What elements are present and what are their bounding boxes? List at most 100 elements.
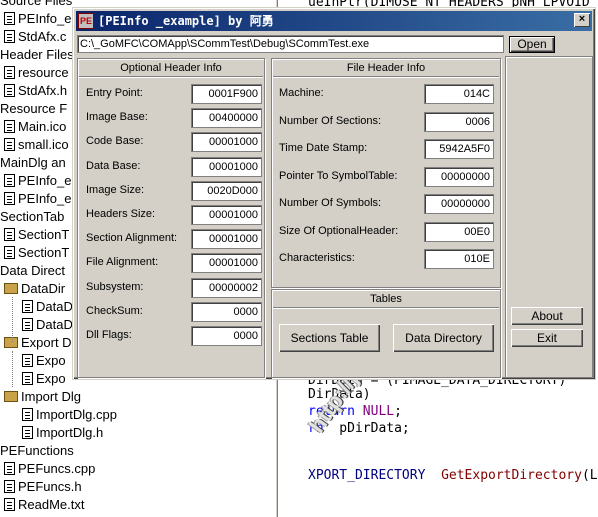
tree-item-label: Header Files — [0, 47, 74, 62]
tree-file[interactable]: PEInfo_e — [4, 189, 72, 208]
file-header-field-value[interactable]: 014C — [424, 84, 494, 104]
file-icon — [22, 354, 33, 367]
tree-group[interactable]: Header Files — [0, 45, 74, 64]
optional-field-value[interactable]: 00001000 — [191, 205, 262, 225]
folder-icon — [4, 283, 18, 294]
optional-field-value[interactable]: 00001000 — [191, 253, 262, 274]
tree-group[interactable]: MainDlg an — [0, 153, 66, 172]
tree-folder[interactable]: Import Dlg — [4, 387, 81, 406]
tree-file[interactable]: PEFuncs.h — [4, 477, 82, 496]
tree-item-label: Source Files — [0, 0, 73, 8]
optional-field-value[interactable]: 0000 — [191, 301, 262, 322]
tree-file[interactable]: ImportDlg.cpp — [22, 405, 117, 424]
about-button[interactable]: About — [511, 307, 583, 325]
app-icon: PE — [78, 13, 94, 29]
tree-group[interactable]: Data Direct — [0, 261, 65, 280]
optional-field-label: Section Alignment: — [86, 232, 178, 245]
optional-field-label: Image Base: — [86, 111, 148, 124]
title-bar[interactable]: PE [PEInfo _example] by 阿勇 × — [76, 11, 592, 31]
tree-group[interactable]: PEFunctions — [0, 441, 74, 460]
file-icon — [4, 84, 15, 97]
open-button[interactable]: Open — [509, 36, 555, 53]
file-header-field-value[interactable]: 00E0 — [424, 221, 494, 242]
tree-item-label: PEInfo_e — [18, 173, 72, 188]
tree-item-label: ImportDlg.cpp — [36, 407, 117, 422]
code-line: DirData) — [308, 387, 371, 402]
tree-file[interactable]: SectionT — [4, 225, 69, 244]
tree-file[interactable]: DataD — [22, 297, 73, 316]
data-directory-button[interactable]: Data Directory — [393, 324, 494, 352]
file-path-input[interactable]: C:\_GoMFC\COMApp\SCommTest\Debug\SCommTe… — [77, 35, 504, 53]
file-header-field-value[interactable]: 00000000 — [424, 166, 494, 187]
sections-table-button[interactable]: Sections Table — [279, 324, 380, 352]
tree-file[interactable]: PEFuncs.cpp — [4, 459, 95, 478]
optional-field-label: File Alignment: — [86, 256, 159, 269]
file-header-field-label: Pointer To SymbolTable: — [279, 169, 398, 182]
tree-file[interactable]: small.ico — [4, 135, 69, 154]
file-header-group: File Header Info Machine: 014C Number Of S… — [271, 58, 501, 288]
tree-item-label: small.ico — [18, 137, 69, 152]
tables-title: Tables — [273, 291, 499, 308]
tree-file[interactable]: PEInfo_e — [4, 171, 72, 190]
tree-file[interactable]: ImportDlg.h — [22, 423, 103, 442]
file-icon — [4, 30, 15, 43]
tree-file[interactable]: SectionT — [4, 243, 69, 262]
tree-item-label: MainDlg an — [0, 155, 66, 170]
tree-file[interactable]: ReadMe.txt — [4, 495, 84, 514]
tree-folder[interactable]: DataDir — [4, 279, 65, 298]
file-icon — [22, 426, 33, 439]
optional-field-label: Code Base: — [86, 135, 144, 148]
file-header-field-value[interactable]: 5942A5F0 — [424, 139, 494, 159]
tree-file[interactable]: Main.ico — [4, 117, 66, 136]
tree-file[interactable]: PEInfo_e — [4, 9, 72, 28]
file-icon — [4, 138, 15, 151]
optional-field-value[interactable]: 0001F900 — [191, 84, 262, 104]
file-header-field-label: Time Date Stamp: — [279, 142, 368, 154]
optional-field-value[interactable]: 00001000 — [191, 229, 262, 250]
tree-item-label: PEFunctions — [0, 443, 74, 458]
file-icon — [22, 318, 33, 331]
tree-item-label: Main.ico — [18, 119, 67, 134]
tree-file[interactable]: resource — [4, 63, 69, 82]
tree-item-label: StdAfx.c — [18, 29, 67, 44]
optional-field-value[interactable]: 00000002 — [191, 277, 262, 298]
file-icon — [4, 66, 15, 79]
file-header-field-value[interactable]: 0006 — [424, 111, 494, 132]
tree-file[interactable]: DataD — [22, 315, 73, 334]
tree-file[interactable]: StdAfx.h — [4, 81, 67, 100]
tree-folder[interactable]: Export D — [4, 333, 72, 352]
file-header-field-value[interactable]: 010E — [424, 249, 494, 269]
optional-field-value[interactable]: 00001000 — [191, 156, 262, 177]
file-icon — [4, 246, 15, 259]
folder-icon — [4, 391, 18, 402]
file-icon — [22, 300, 33, 313]
file-header-field-value[interactable]: 00000000 — [424, 194, 494, 214]
tree-item-label: PEFuncs.h — [18, 479, 82, 494]
tree-file[interactable]: Expo — [22, 369, 66, 388]
tree-file[interactable]: StdAfx.c — [4, 27, 66, 46]
optional-field-label: Data Base: — [86, 159, 141, 172]
optional-field-label: CheckSum: — [86, 304, 143, 317]
optional-field-value[interactable]: 0000 — [191, 326, 262, 346]
file-header-field-label: Machine: — [279, 87, 324, 99]
tree-group[interactable]: Resource F — [0, 99, 67, 118]
tree-item-label: resource — [18, 65, 69, 80]
tree-file[interactable]: Expo — [22, 351, 66, 370]
tree-connector — [12, 297, 13, 342]
tree-item-label: StdAfx.h — [18, 83, 68, 98]
tree-item-label: PEInfo_e — [18, 191, 72, 206]
exit-button[interactable]: Exit — [511, 329, 583, 347]
optional-field-value[interactable]: 0020D000 — [191, 180, 262, 201]
tree-group[interactable]: SectionTab — [0, 207, 64, 226]
file-icon — [4, 192, 15, 205]
optional-field-value[interactable]: 00001000 — [191, 132, 262, 153]
code-line: return NULL; — [308, 404, 402, 419]
file-icon — [4, 480, 15, 493]
close-button[interactable]: × — [574, 13, 590, 27]
optional-field-value[interactable]: 00400000 — [191, 108, 262, 129]
tree-connector — [12, 351, 13, 387]
tree-item-label: DataD — [36, 317, 73, 332]
window-title: [PEInfo _example] by 阿勇 — [98, 14, 274, 28]
file-header-field-label: Number Of Symbols: — [279, 197, 382, 209]
optional-field-label: Image Size: — [86, 183, 145, 196]
